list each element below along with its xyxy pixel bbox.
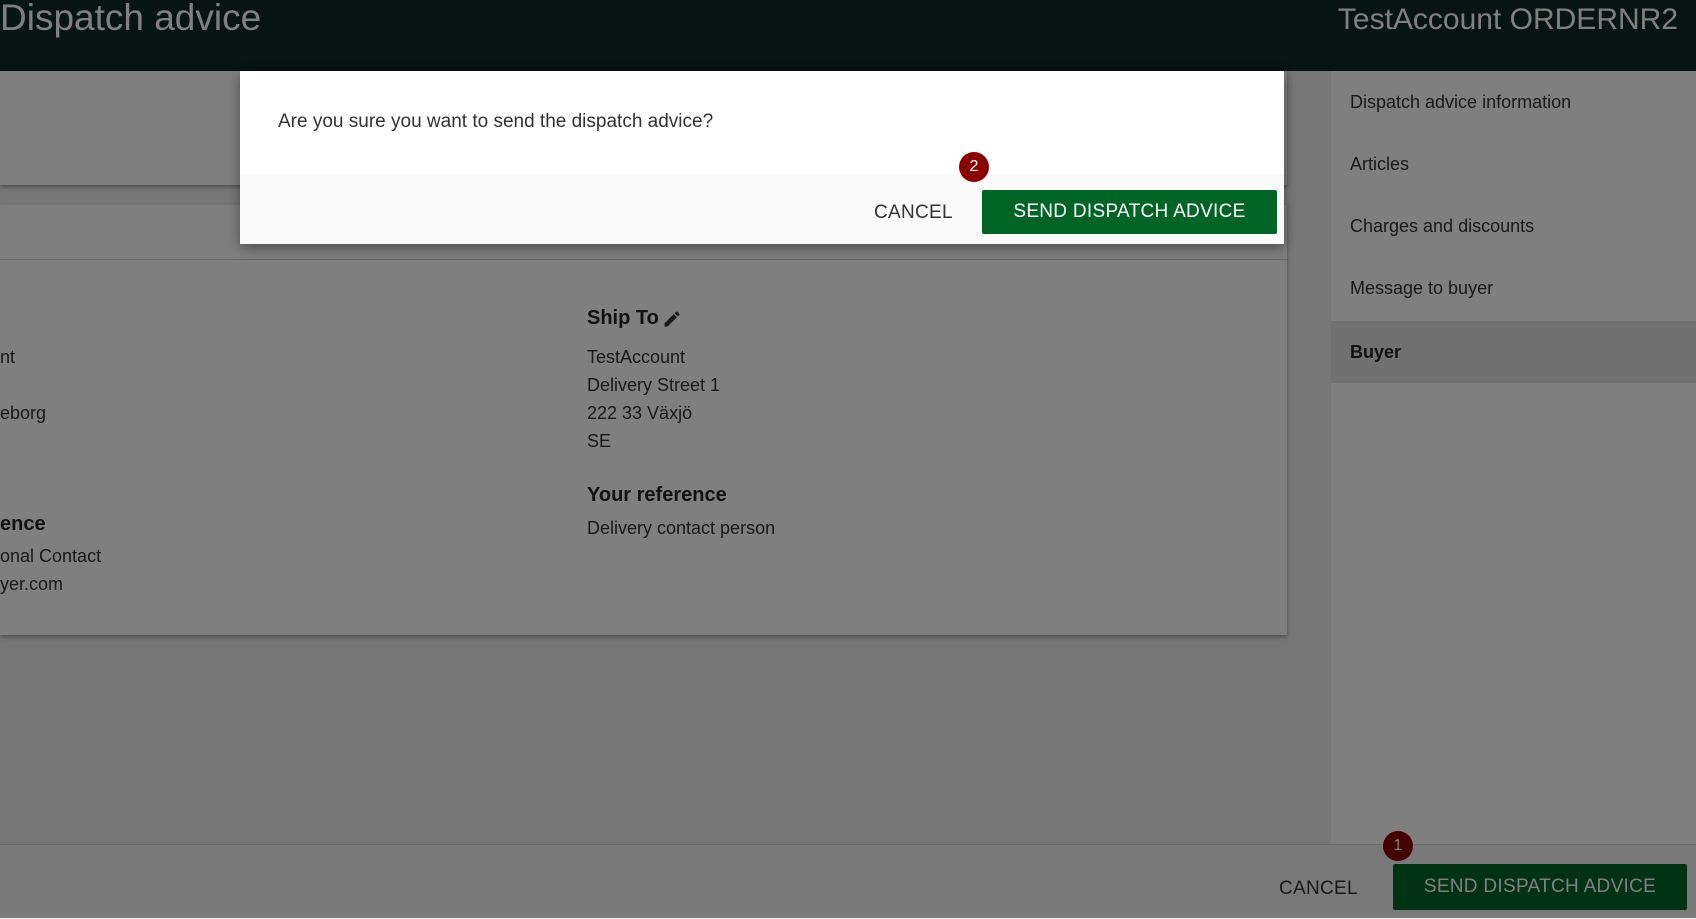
step-marker: 2 <box>959 152 989 182</box>
dialog-actions: CANCEL SEND DISPATCH ADVICE 2 <box>240 152 1284 244</box>
dialog-send-dispatch-advice-button[interactable]: SEND DISPATCH ADVICE <box>982 190 1277 234</box>
confirm-dialog: Are you sure you want to send the dispat… <box>240 71 1284 244</box>
dialog-message: Are you sure you want to send the dispat… <box>278 111 714 132</box>
dialog-cancel-button[interactable]: CANCEL <box>874 202 953 224</box>
